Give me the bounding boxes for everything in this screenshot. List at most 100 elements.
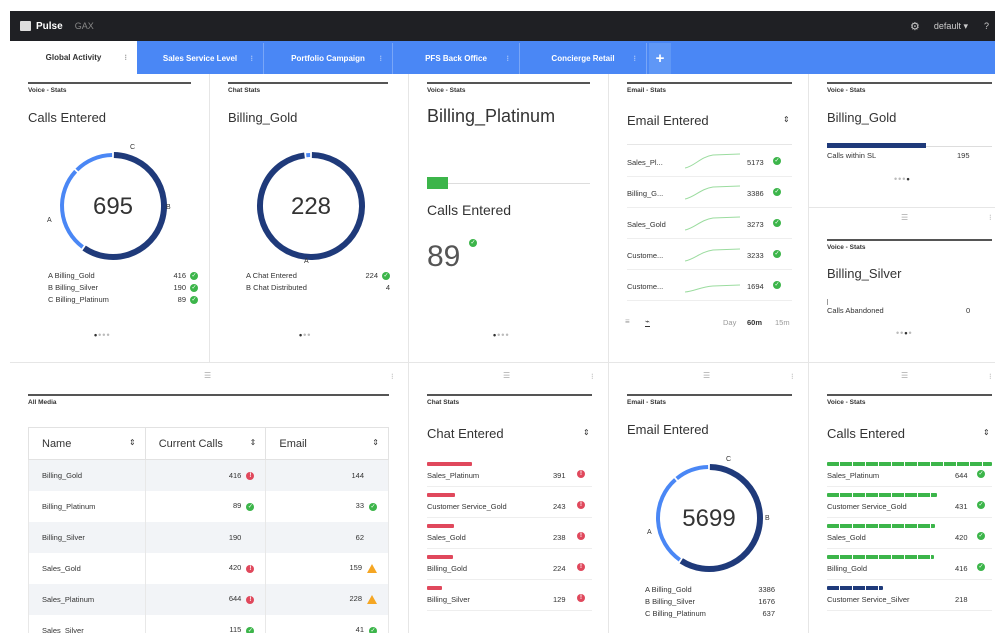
tab-menu-icon[interactable]: ⁝ bbox=[124, 53, 127, 62]
top-right: ⚙ default ▾ ? bbox=[910, 11, 989, 41]
tab-menu-icon[interactable]: ⁝ bbox=[633, 54, 636, 63]
widget-type: Email - Stats bbox=[627, 82, 792, 94]
widget-type: Voice - Stats bbox=[827, 82, 992, 94]
list-view-icon[interactable]: ≡ bbox=[625, 317, 630, 326]
cell-email: 159 bbox=[265, 552, 389, 584]
ok-icon: ✓ bbox=[369, 626, 377, 633]
spark-row: Sales_Gold 3273 ✓ bbox=[627, 208, 792, 239]
range-60m[interactable]: 60m bbox=[747, 318, 762, 327]
bar-row: Billing_Gold 224! bbox=[427, 549, 592, 580]
table-row[interactable]: Sales_Gold 420! 159 bbox=[28, 552, 389, 584]
sort-icon[interactable]: ⇕ bbox=[129, 438, 136, 447]
chart-view-icon[interactable]: ⌁ bbox=[645, 317, 650, 327]
ok-icon: ✓ bbox=[977, 532, 985, 540]
sort-icon[interactable]: ⇕ bbox=[583, 428, 590, 437]
spark-label: Sales_Gold bbox=[627, 220, 666, 229]
sparkline bbox=[685, 216, 740, 231]
table-row[interactable]: Sales_Platinum 644! 228 bbox=[28, 583, 389, 615]
ok-icon: ✓ bbox=[977, 563, 985, 571]
widget-heading: Calls Entered bbox=[28, 110, 107, 125]
cell-calls: 190 bbox=[144, 521, 267, 553]
bar-value: 644 bbox=[955, 471, 968, 480]
sort-icon[interactable]: ⇕ bbox=[250, 438, 257, 447]
drag-handle-icon[interactable]: ☰ bbox=[703, 371, 710, 380]
tab-portfolio-campaign[interactable]: Portfolio Campaign ⁝ bbox=[264, 43, 393, 74]
table-row[interactable]: Sales_Silver 115 ✓ 41 ✓ bbox=[28, 614, 389, 633]
brand[interactable]: Pulse GAX bbox=[20, 21, 94, 32]
media-table: Name ⇕ Current Calls ⇕ Email ⇕ Billing_Gold… bbox=[28, 427, 389, 633]
tab-global-activity[interactable]: Global Activity ⁝ bbox=[10, 41, 137, 74]
table-row[interactable]: Billing_Platinum 89 ✓ 33 ✓ bbox=[28, 490, 389, 522]
widget-heading: Email Entered bbox=[627, 422, 709, 437]
tab-sales-service-level[interactable]: Sales Service Level ⁝ bbox=[137, 43, 264, 74]
legend-row: C Billing_Platinum 637 bbox=[645, 609, 775, 618]
column-header-email[interactable]: Email ⇕ bbox=[265, 427, 389, 460]
drag-handle-icon[interactable]: ☰ bbox=[503, 371, 510, 380]
column-header-current-calls[interactable]: Current Calls ⇕ bbox=[144, 427, 267, 460]
table-row[interactable]: Billing_Silver 190 62 bbox=[28, 521, 389, 553]
spark-row: Billing_G... 3386 ✓ bbox=[627, 177, 792, 208]
drag-handle-icon[interactable]: ☰ bbox=[901, 213, 908, 222]
widget-type: Chat Stats bbox=[427, 394, 592, 406]
column-header-name[interactable]: Name ⇕ bbox=[28, 427, 146, 460]
kebab-menu-icon[interactable]: ⁝ bbox=[791, 372, 794, 381]
widget-heading: Email Entered bbox=[627, 113, 709, 128]
bar-label: Billing_Gold bbox=[827, 564, 868, 573]
donut-total: 5699 bbox=[682, 505, 735, 532]
cell-name: Billing_Gold bbox=[28, 459, 146, 491]
cell-calls: 115 ✓ bbox=[144, 614, 267, 633]
cell-email: 33 ✓ bbox=[265, 490, 389, 522]
sort-icon[interactable]: ⇕ bbox=[372, 438, 379, 447]
help-button[interactable]: ? bbox=[984, 21, 989, 31]
legend-label: C Billing_Platinum bbox=[48, 295, 109, 304]
widget-email-donut: ☰ ⁝ Email - Stats Email Entered 5699 A B… bbox=[609, 364, 808, 633]
pager-dots[interactable]: •••• bbox=[94, 330, 111, 340]
cell-calls: 416! bbox=[144, 459, 267, 491]
add-tab-button[interactable]: + bbox=[649, 43, 671, 74]
donut-segment bbox=[656, 478, 681, 562]
legend-label: B Billing_Silver bbox=[48, 283, 99, 292]
ok-icon: ✓ bbox=[190, 283, 198, 292]
pager-dots[interactable]: •••• bbox=[896, 328, 913, 338]
bar bbox=[827, 524, 935, 528]
drag-handle-icon[interactable]: ☰ bbox=[901, 371, 908, 380]
drag-handle-icon[interactable]: ☰ bbox=[204, 371, 211, 380]
metric-value: 0 bbox=[966, 306, 971, 315]
user-menu[interactable]: default ▾ bbox=[934, 21, 968, 32]
tab-pfs-back-office[interactable]: PFS Back Office ⁝ bbox=[393, 43, 520, 74]
legend-value: 3386 bbox=[758, 585, 775, 594]
spark-value: 5173 bbox=[747, 158, 764, 167]
spark-value: 3233 bbox=[747, 251, 764, 260]
kebab-menu-icon[interactable]: ⁝ bbox=[391, 372, 394, 381]
bar-value: 243 bbox=[553, 502, 566, 511]
range-15m[interactable]: 15m bbox=[775, 318, 790, 327]
tab-concierge-retail[interactable]: Concierge Retail ⁝ bbox=[520, 43, 647, 74]
spark-label: Sales_Pl... bbox=[627, 158, 663, 167]
pager-dots[interactable]: ••• bbox=[299, 330, 311, 340]
legend-value: 637 bbox=[762, 609, 775, 618]
donut-total: 695 bbox=[93, 193, 133, 220]
kebab-menu-icon[interactable]: ⁝ bbox=[989, 372, 992, 381]
range-day[interactable]: Day bbox=[723, 318, 736, 327]
spark-value: 1694 bbox=[747, 282, 764, 291]
bar-value: 420 bbox=[955, 533, 968, 542]
tab-menu-icon[interactable]: ⁝ bbox=[379, 54, 382, 63]
alert-icon: ! bbox=[577, 501, 585, 509]
widget-billing-silver-voice: ☰ ⁝ Voice - Stats Billing_Silver Calls A… bbox=[809, 208, 995, 362]
widget-email-entered: Email - Stats Email Entered ⇕ Sales_Pl..… bbox=[609, 74, 808, 362]
pager-dots[interactable]: •••• bbox=[493, 330, 510, 340]
sort-icon[interactable]: ⇕ bbox=[983, 428, 990, 437]
legend-label: A Billing_Gold bbox=[645, 585, 692, 594]
widget-type: Chat Stats bbox=[228, 82, 388, 94]
tab-menu-icon[interactable]: ⁝ bbox=[250, 54, 253, 63]
kebab-menu-icon[interactable]: ⁝ bbox=[989, 213, 992, 222]
gear-icon[interactable]: ⚙ bbox=[910, 20, 920, 33]
sort-icon[interactable]: ⇕ bbox=[783, 115, 790, 124]
kebab-menu-icon[interactable]: ⁝ bbox=[591, 372, 594, 381]
table-row[interactable]: Billing_Gold 416! 144 bbox=[28, 459, 389, 491]
progress-track bbox=[427, 183, 590, 184]
tab-menu-icon[interactable]: ⁝ bbox=[506, 54, 509, 63]
bar bbox=[827, 586, 883, 590]
pager-dots[interactable]: •••• bbox=[894, 174, 911, 184]
bar-value: 431 bbox=[955, 502, 968, 511]
